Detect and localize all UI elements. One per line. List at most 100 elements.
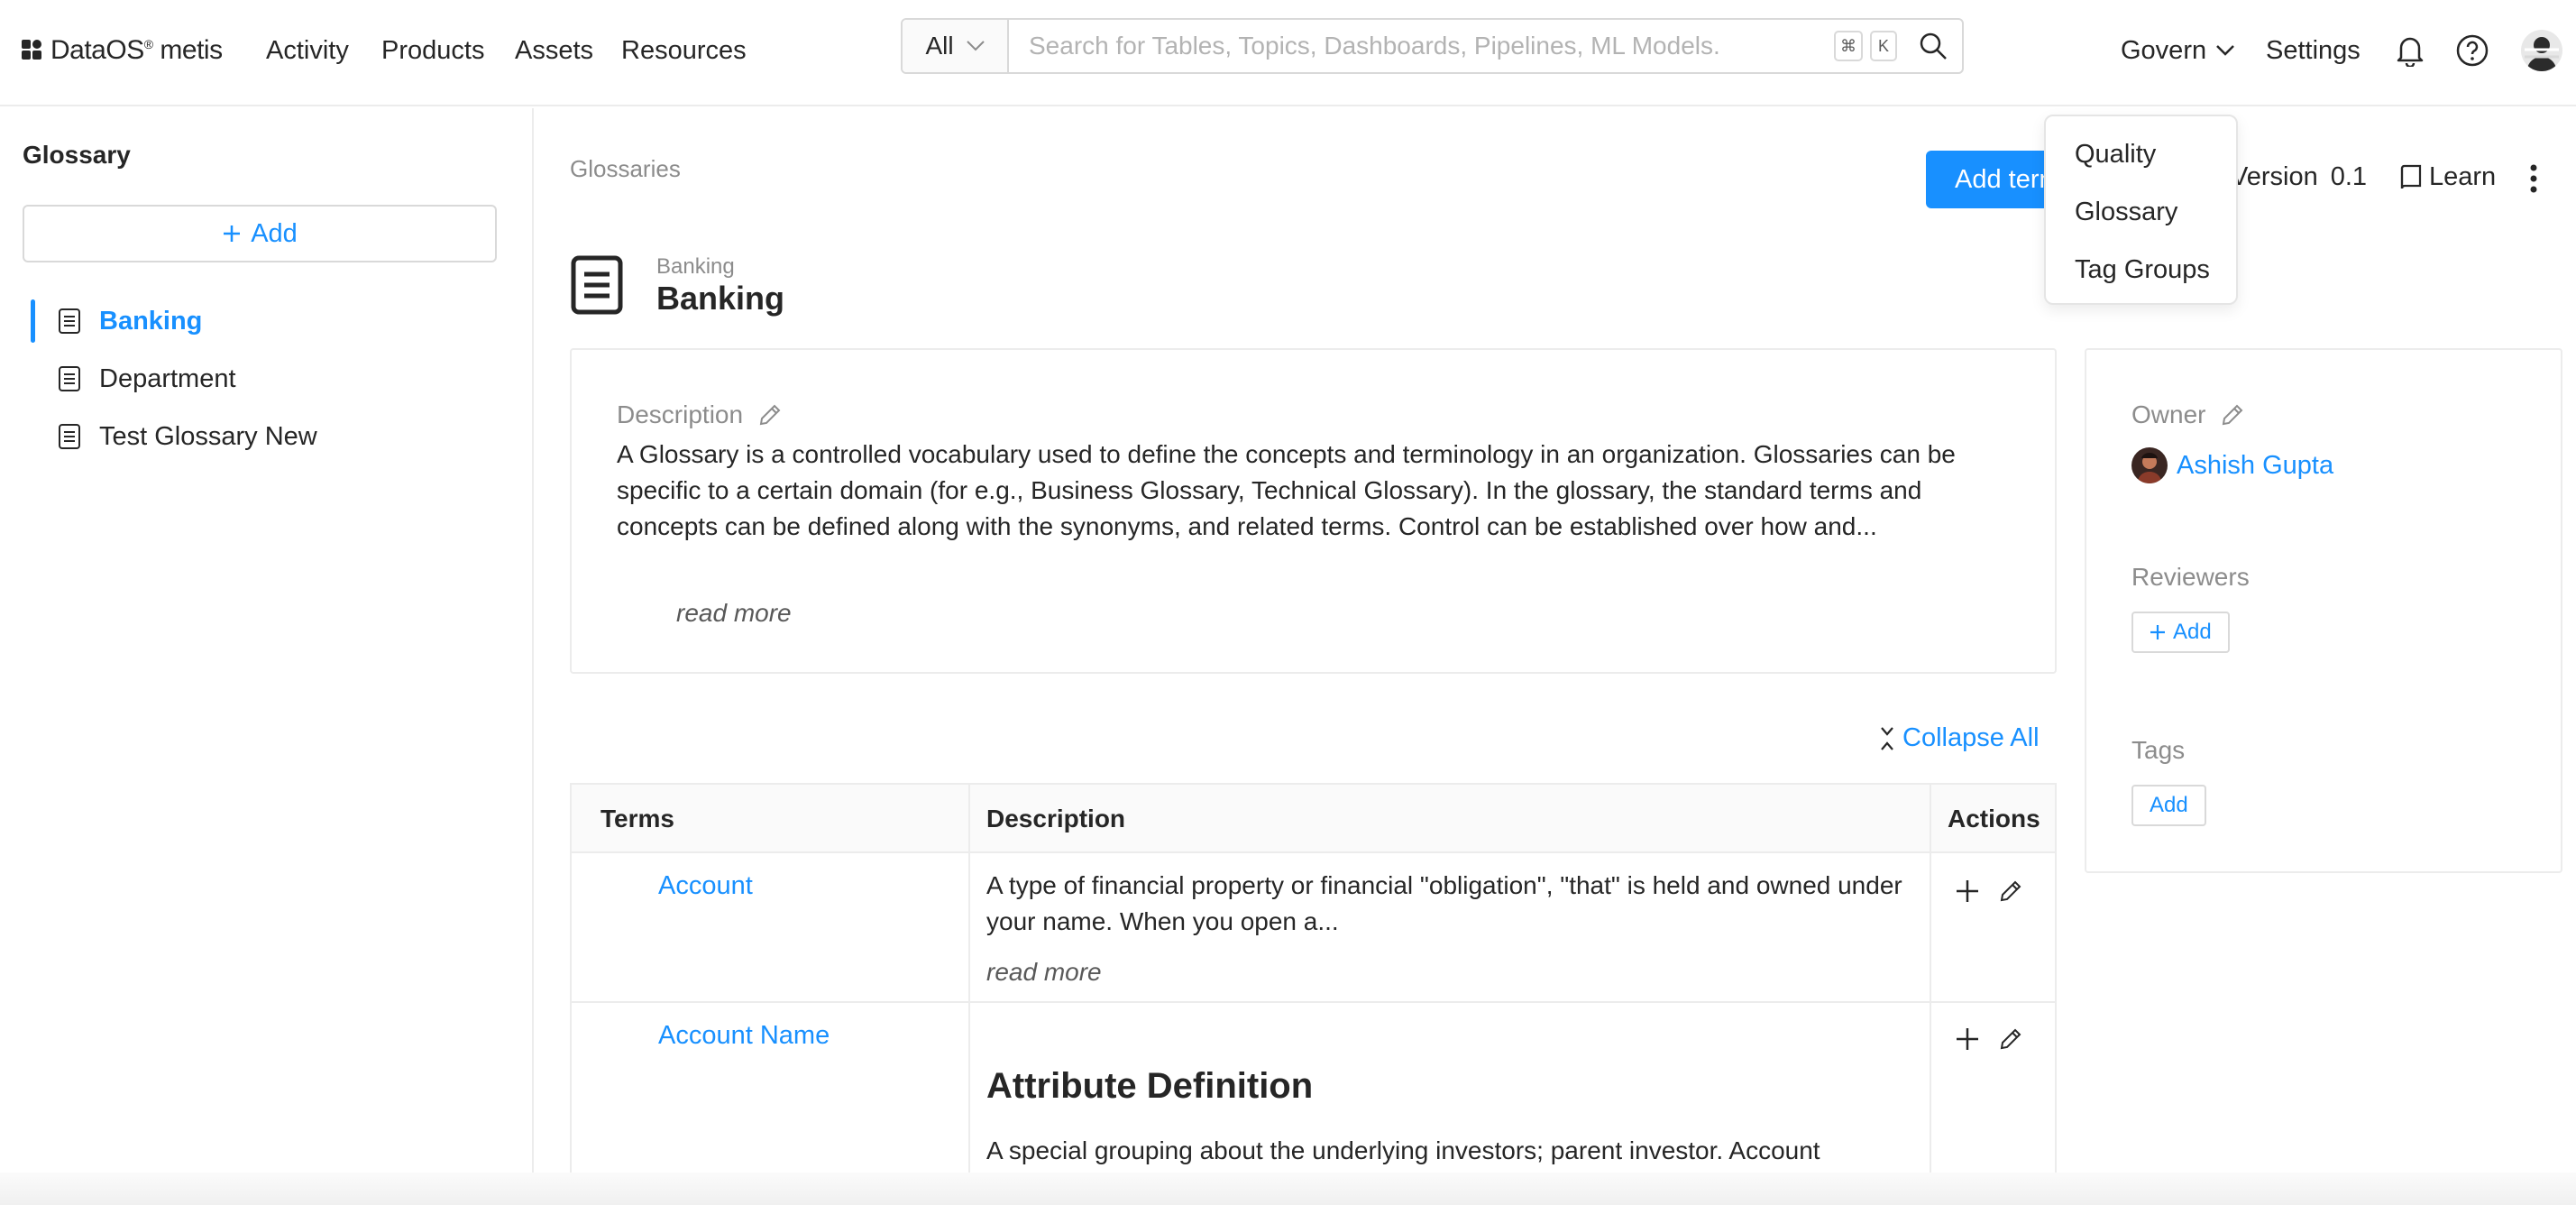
user-avatar[interactable] [2521, 30, 2562, 71]
term-link-account-name[interactable]: Account Name [658, 1021, 830, 1051]
column-header-description: Description [986, 805, 1126, 832]
glossary-sidebar: Glossary Add Banking Department Test Glo… [0, 108, 534, 1173]
column-divider [968, 785, 970, 1173]
learn-button[interactable]: Learn [2398, 162, 2496, 192]
top-navbar: DataOS® metis Activity Products Assets R… [0, 0, 2576, 106]
description-text: A Glossary is a controlled vocabulary us… [617, 440, 1956, 540]
add-glossary-button[interactable]: Add [23, 205, 497, 262]
edit-term-button[interactable] [1994, 875, 2027, 907]
sidebar-item-banking[interactable]: Banking [31, 296, 518, 346]
search-filter-select[interactable]: All [903, 20, 1009, 72]
document-icon [59, 308, 80, 334]
search-filter-value: All [925, 32, 954, 60]
edit-term-button[interactable] [1994, 1023, 2027, 1055]
sidebar-item-label: Test Glossary New [99, 421, 317, 451]
sidebar-item-label: Banking [99, 306, 203, 336]
add-tag-label: Add [2150, 793, 2188, 817]
term-link-account[interactable]: Account [658, 871, 753, 901]
menu-item-glossary[interactable]: Glossary [2046, 192, 2236, 250]
add-tag-button[interactable]: Add [2131, 785, 2206, 826]
shortcut-cmd-key: ⌘ [1834, 31, 1863, 61]
glossary-document-icon [571, 255, 623, 315]
terms-table: Terms Description Actions Account A type… [570, 783, 2057, 1173]
document-icon [59, 366, 80, 391]
document-icon [59, 424, 80, 449]
shortcut-k-key: K [1870, 31, 1897, 61]
dataos-logo[interactable]: DataOS® metis [22, 32, 223, 69]
bell-icon [2397, 37, 2424, 67]
more-vertical-icon [2530, 164, 2537, 193]
search-input[interactable] [1009, 20, 1834, 72]
owner-name: Ashish Gupta [2177, 450, 2334, 480]
breadcrumb-glossaries[interactable]: Glossaries [570, 155, 681, 183]
collapse-all-label: Collapse All [1902, 723, 2040, 752]
collapse-icon [1881, 726, 1893, 750]
global-search: All ⌘ K [901, 18, 1964, 74]
nav-activity[interactable]: Activity [266, 32, 349, 69]
term-description: A special grouping about the underlying … [986, 1136, 1820, 1164]
chevron-down-icon [2216, 45, 2234, 56]
owner-avatar [2131, 447, 2168, 483]
help-icon [2456, 34, 2489, 67]
add-child-term-button[interactable] [1951, 1023, 1984, 1055]
add-reviewer-button[interactable]: Add [2131, 612, 2230, 653]
version-label: Version [2231, 162, 2318, 191]
edit-owner-icon[interactable] [2220, 402, 2245, 428]
term-description: A type of financial property or financia… [986, 871, 1902, 935]
add-child-term-button[interactable] [1951, 875, 1984, 907]
logo-brand: DataOS [50, 35, 144, 65]
menu-item-tag-groups[interactable]: Tag Groups [2046, 250, 2236, 308]
learn-label: Learn [2429, 162, 2497, 191]
plus-icon [2150, 625, 2165, 639]
plus-icon [224, 225, 241, 242]
plus-icon [1957, 1028, 1978, 1050]
sidebar-item-department[interactable]: Department [31, 354, 518, 404]
version-value: 0.1 [2330, 162, 2368, 191]
logo-registered: ® [143, 37, 153, 51]
sidebar-title: Glossary [23, 141, 131, 169]
collapse-all-button[interactable]: Collapse All [1879, 723, 2040, 753]
more-options-button[interactable] [2520, 161, 2547, 197]
settings-link[interactable]: Settings [2266, 32, 2361, 69]
sidebar-item-test-glossary-new[interactable]: Test Glossary New [31, 411, 518, 462]
help-button[interactable] [2454, 32, 2490, 69]
menu-item-quality[interactable]: Quality [2046, 134, 2236, 192]
glossary-title: Banking [656, 280, 785, 317]
nav-products[interactable]: Products [381, 32, 484, 69]
window-bottom-edge [0, 1173, 2576, 1205]
sidebar-item-label: Department [99, 363, 236, 393]
column-header-terms: Terms [600, 805, 674, 832]
tags-label: Tags [2131, 736, 2186, 764]
logo-product: metis [160, 35, 223, 65]
owner-label: Owner [2131, 400, 2206, 428]
add-glossary-label: Add [251, 218, 298, 248]
govern-dropdown-menu: Quality Glossary Tag Groups [2044, 115, 2238, 305]
term-read-more[interactable]: read more [986, 958, 1102, 987]
table-header: Terms Description Actions [572, 785, 2055, 853]
notifications-button[interactable] [2392, 32, 2428, 69]
avatar-image [2521, 30, 2562, 71]
version-button[interactable]: Version 0.1 [2231, 162, 2367, 192]
description-label: Description [617, 400, 744, 428]
reviewers-label: Reviewers [2131, 563, 2250, 591]
edit-icon [2000, 1028, 2021, 1050]
book-icon [2400, 164, 2422, 189]
search-icon [1920, 32, 1947, 60]
add-reviewer-label: Add [2173, 620, 2212, 644]
owner-header: Owner [2131, 400, 2245, 429]
description-card: Description A Glossary is a controlled v… [570, 348, 2057, 674]
column-header-actions: Actions [1948, 805, 2040, 832]
edit-description-icon[interactable] [757, 402, 783, 428]
column-divider [1930, 785, 1931, 1173]
search-button[interactable] [1904, 20, 1962, 72]
row-divider [572, 1001, 2055, 1003]
owner-link[interactable]: Ashish Gupta [2131, 447, 2333, 483]
description-header: Description [617, 400, 783, 429]
nav-resources[interactable]: Resources [621, 32, 747, 69]
govern-menu-trigger[interactable]: Govern [2121, 32, 2235, 69]
details-card: Owner Ashish Gupta Reviewers Add Tags Ad… [2085, 348, 2562, 873]
nav-assets[interactable]: Assets [515, 32, 593, 69]
glossary-subtitle: Banking [656, 254, 735, 279]
description-read-more[interactable]: read more [676, 599, 792, 628]
logo-text: DataOS® metis [50, 35, 223, 66]
